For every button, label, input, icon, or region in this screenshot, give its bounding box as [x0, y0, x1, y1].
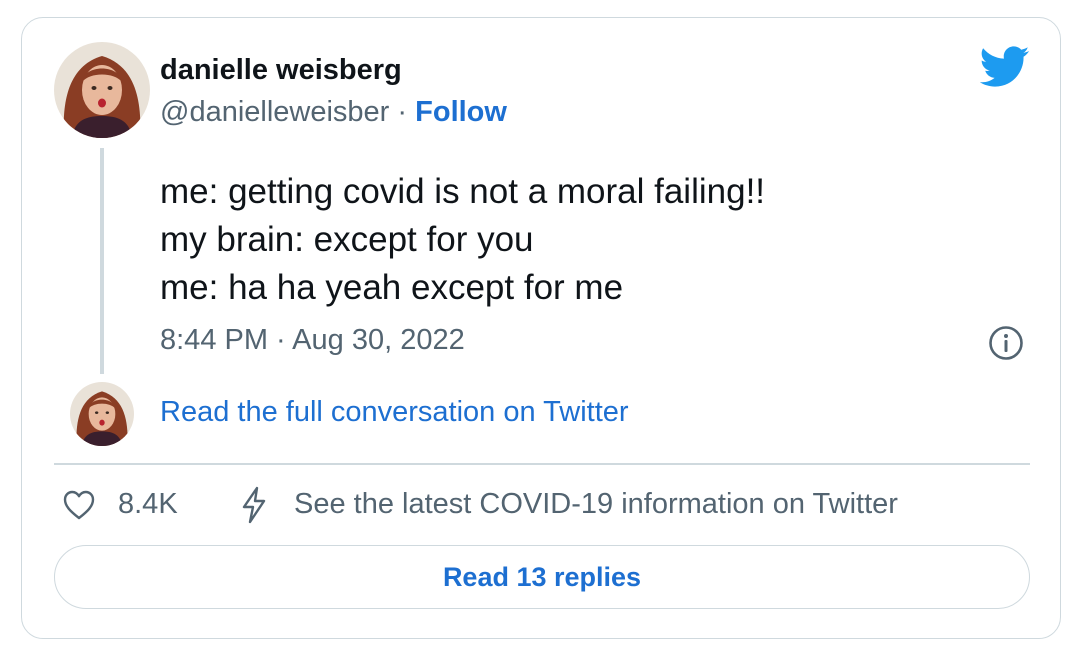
- tweet-line: my brain: except for you: [160, 220, 534, 259]
- author-avatar[interactable]: [54, 42, 150, 138]
- author-name[interactable]: danielle weisberg: [160, 54, 402, 87]
- heart-icon[interactable]: [62, 489, 96, 521]
- like-count[interactable]: 8.4K: [118, 488, 178, 521]
- tweet-line: me: ha ha yeah except for me: [160, 268, 624, 307]
- thread-connector-line: [100, 148, 104, 374]
- twitter-bird-icon[interactable]: [980, 46, 1030, 88]
- tweet-embed-card: danielle weisberg @danielleweisber · Fol…: [21, 17, 1061, 639]
- covid-info-link[interactable]: See the latest COVID-19 information on T…: [294, 488, 898, 521]
- tweet-text: me: getting covid is not a moral failing…: [160, 168, 765, 312]
- handle-separator: ·: [397, 96, 408, 128]
- tweet-timestamp[interactable]: 8:44 PM · Aug 30, 2022: [160, 324, 465, 357]
- tweet-line: me: getting covid is not a moral failing…: [160, 172, 766, 211]
- follow-button[interactable]: Follow: [415, 96, 507, 128]
- actions-divider: [54, 463, 1030, 465]
- author-handle-row: @danielleweisber · Follow: [160, 96, 507, 129]
- lightning-bolt-icon[interactable]: [240, 486, 268, 524]
- conversation-avatar-image: [70, 382, 134, 446]
- conversation-avatar[interactable]: [70, 382, 134, 446]
- read-replies-button[interactable]: Read 13 replies: [54, 545, 1030, 609]
- info-icon[interactable]: [988, 325, 1024, 361]
- read-full-conversation-link[interactable]: Read the full conversation on Twitter: [160, 396, 629, 429]
- author-handle[interactable]: @danielleweisber: [160, 96, 389, 128]
- read-replies-label: Read 13 replies: [442, 561, 642, 592]
- author-avatar-image: [54, 42, 150, 138]
